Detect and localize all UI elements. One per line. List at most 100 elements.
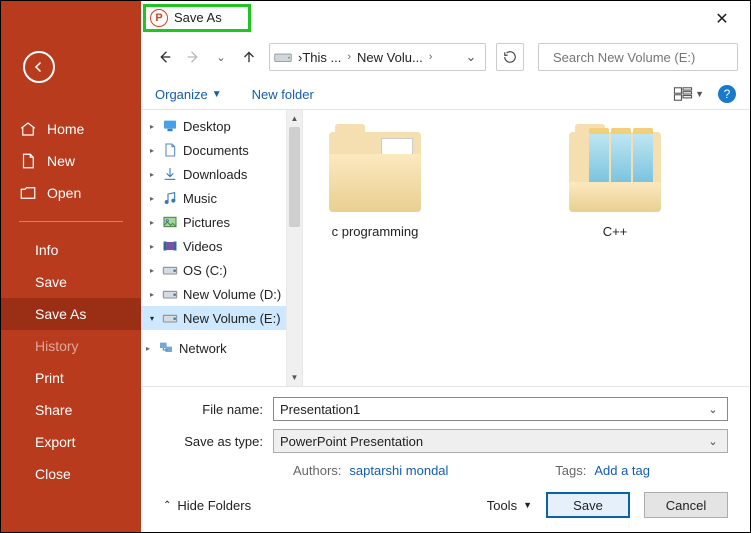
new-folder-button[interactable]: New folder <box>252 87 314 102</box>
cancel-button[interactable]: Cancel <box>644 492 728 518</box>
documents-icon <box>161 142 179 158</box>
sidebar-item-new[interactable]: New <box>1 145 141 177</box>
chevron-right-icon[interactable]: ▸ <box>143 344 153 353</box>
chevron-up-icon: ⌃ <box>163 500 171 511</box>
filename-input[interactable]: Presentation1 ⌄ <box>273 397 728 421</box>
toolbar-row: Organize ▼ New folder ▼ ? <box>141 81 750 110</box>
file-pane[interactable]: c programming C++ <box>303 110 750 386</box>
scroll-up-button[interactable]: ▲ <box>287 110 302 127</box>
sidebar-item-save[interactable]: Save <box>1 266 141 298</box>
filename-label: File name: <box>163 402 273 417</box>
tree-item-label: OS (C:) <box>183 263 227 278</box>
authors-value[interactable]: saptarshi mondal <box>349 463 448 478</box>
music-icon <box>161 190 179 206</box>
address-dropdown[interactable]: ⌄ <box>461 49 481 65</box>
sidebar-item-save-as[interactable]: Save As <box>1 298 141 330</box>
desktop-icon <box>161 118 179 134</box>
sidebar-item-open[interactable]: Open <box>1 177 141 209</box>
chevron-down-icon[interactable]: ⌄ <box>705 435 721 448</box>
tree-item-label: Music <box>183 191 217 206</box>
dialog-title: Save As <box>174 10 222 25</box>
chevron-right-icon[interactable]: ▸ <box>147 170 157 179</box>
chevron-right-icon[interactable]: ▸ <box>147 266 157 275</box>
backstage-sidebar: Home New Open InfoSaveSave AsHistoryPrin… <box>1 1 141 532</box>
close-button[interactable]: ✕ <box>702 4 742 34</box>
chevron-down-icon: ▼ <box>695 89 704 99</box>
chevron-down-icon[interactable]: ▾ <box>147 314 157 323</box>
nav-back-button[interactable] <box>153 45 177 69</box>
tree-item-pictures[interactable]: ▸ Pictures <box>141 210 286 234</box>
view-icon <box>673 87 693 101</box>
chevron-down-icon[interactable]: ⌄ <box>705 403 721 416</box>
chevron-right-icon[interactable]: ▸ <box>147 146 157 155</box>
organize-button[interactable]: Organize ▼ <box>155 87 222 102</box>
tree-item-new-volume-d-[interactable]: ▸New Volume (D:) <box>141 282 286 306</box>
folder-label: c programming <box>315 224 435 239</box>
drive-icon <box>274 50 292 64</box>
nav-up-button[interactable] <box>237 45 261 69</box>
sidebar-item-home[interactable]: Home <box>1 113 141 145</box>
save-button[interactable]: Save <box>546 492 630 518</box>
search-box[interactable] <box>538 43 738 71</box>
network-icon <box>157 340 175 356</box>
sidebar-item-label: Open <box>47 185 81 201</box>
sidebar-item-history[interactable]: History <box>1 330 141 362</box>
sidebar-item-label: Home <box>47 121 84 137</box>
nav-forward-button[interactable] <box>181 45 205 69</box>
tree-item-label: Pictures <box>183 215 230 230</box>
home-icon <box>19 120 37 138</box>
tree-item-videos[interactable]: ▸Videos <box>141 234 286 258</box>
tags-label: Tags: <box>555 463 586 478</box>
hide-folders-button[interactable]: ⌃ Hide Folders <box>163 498 251 513</box>
sidebar-item-close[interactable]: Close <box>1 458 141 490</box>
tags-value[interactable]: Add a tag <box>594 463 650 478</box>
chevron-down-icon: ▼ <box>523 500 532 510</box>
nav-tree: ▸Desktop▸Documents▸Downloads▸Music▸Pictu… <box>141 110 286 386</box>
chevron-right-icon[interactable]: ▸ <box>147 194 157 203</box>
sidebar-item-print[interactable]: Print <box>1 362 141 394</box>
pictures-icon <box>161 214 179 230</box>
drive-icon <box>161 310 179 326</box>
tree-item-os-c-[interactable]: ▸ OS (C:) <box>141 258 286 282</box>
tree-item-network[interactable]: ▸ Network <box>141 336 286 360</box>
folder-item[interactable]: C++ <box>555 132 675 239</box>
tree-item-documents[interactable]: ▸Documents <box>141 138 286 162</box>
nav-row: ⌄ › This ... › New Volu... › ⌄ <box>141 37 750 81</box>
tree-item-new-volume-e-[interactable]: ▾New Volume (E:) <box>141 306 286 330</box>
address-bar[interactable]: › This ... › New Volu... › ⌄ <box>269 43 486 71</box>
save-as-type-select[interactable]: PowerPoint Presentation ⌄ <box>273 429 728 453</box>
breadcrumb-segment[interactable]: This ... <box>302 50 341 65</box>
chevron-right-icon[interactable]: ▸ <box>147 122 157 131</box>
back-button[interactable] <box>23 51 55 83</box>
chevron-right-icon[interactable]: ▸ <box>147 242 157 251</box>
tree-scrollbar[interactable]: ▲ ▼ <box>286 110 303 386</box>
sidebar-item-label: New <box>47 153 75 169</box>
nav-recent-dropdown[interactable]: ⌄ <box>209 45 233 69</box>
chevron-right-icon[interactable]: ▸ <box>147 290 157 299</box>
dialog-footer: ⌃ Hide Folders Tools ▼ Save Cancel <box>141 478 750 532</box>
scroll-down-button[interactable]: ▼ <box>287 369 302 386</box>
sidebar-item-export[interactable]: Export <box>1 426 141 458</box>
chevron-right-icon[interactable]: ▸ <box>147 218 157 227</box>
search-input[interactable] <box>551 49 731 66</box>
powerpoint-logo-icon <box>150 9 168 27</box>
view-mode-button[interactable]: ▼ <box>673 87 704 101</box>
refresh-button[interactable] <box>496 43 524 71</box>
tools-button[interactable]: Tools ▼ <box>487 498 532 513</box>
drive-icon <box>161 262 179 278</box>
tree-item-downloads[interactable]: ▸Downloads <box>141 162 286 186</box>
folder-label: C++ <box>555 224 675 239</box>
tree-item-label: Network <box>179 341 227 356</box>
tree-item-desktop[interactable]: ▸ Desktop <box>141 114 286 138</box>
sidebar-item-share[interactable]: Share <box>1 394 141 426</box>
tree-item-music[interactable]: ▸ Music <box>141 186 286 210</box>
save-as-type-label: Save as type: <box>163 434 273 449</box>
chevron-down-icon: ▼ <box>212 89 222 100</box>
tree-item-label: Desktop <box>183 119 231 134</box>
scroll-thumb[interactable] <box>289 127 300 227</box>
folder-item[interactable]: c programming <box>315 132 435 239</box>
authors-label: Authors: <box>293 463 341 478</box>
sidebar-item-info[interactable]: Info <box>1 234 141 266</box>
help-button[interactable]: ? <box>718 85 736 103</box>
breadcrumb-segment[interactable]: New Volu... <box>357 50 423 65</box>
